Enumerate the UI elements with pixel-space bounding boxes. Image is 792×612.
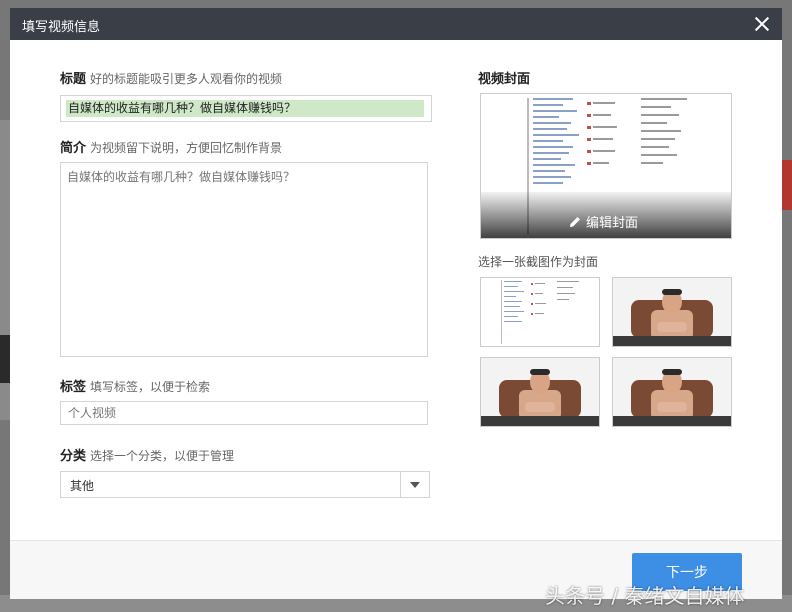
category-label: 分类 (60, 449, 87, 464)
close-icon[interactable] (752, 14, 772, 34)
pencil-icon (570, 217, 580, 227)
person-thumbnail (613, 278, 731, 346)
title-hint: 好的标题能吸引更多人观看你的视频 (90, 72, 283, 86)
title-label-row: 标题 好的标题能吸引更多人观看你的视频 (60, 68, 282, 87)
screenshot-thumbnail (481, 278, 599, 346)
pick-cover-title: 选择一张截图作为封面 (478, 255, 599, 269)
description-label-row: 简介 为视频留下说明，方便回忆制作背景 (60, 137, 282, 156)
title-label: 标题 (60, 72, 87, 87)
description-textarea[interactable] (60, 162, 428, 357)
cover-option[interactable] (480, 357, 600, 427)
tags-label-row: 标签 填写标签，以便于检索 (60, 376, 210, 395)
background-panel-dark (0, 335, 10, 383)
tags-label: 标签 (60, 380, 87, 395)
tags-hint: 填写标签，以便于检索 (90, 380, 211, 394)
dialog-title: 填写视频信息 (22, 20, 101, 35)
edit-cover-label: 编辑封面 (586, 216, 639, 231)
title-value: 自媒体的收益有哪几种？做自媒体赚钱吗？ (66, 100, 424, 117)
cover-option[interactable] (480, 277, 600, 347)
dialog-header: 填写视频信息 (10, 8, 782, 40)
cover-title: 视频封面 (478, 72, 531, 87)
person-thumbnail (613, 358, 731, 426)
cover-option[interactable] (612, 277, 732, 347)
background-banner (782, 160, 792, 210)
description-label: 简介 (60, 141, 87, 156)
watermark: 头条号 / 秦绪文自媒体 (545, 584, 745, 608)
person-thumbnail (481, 358, 599, 426)
cover-option[interactable] (612, 357, 732, 427)
category-select[interactable]: 其他 (60, 471, 430, 498)
category-selected-value: 其他 (70, 479, 95, 493)
cover-overlay: 编辑封面 (481, 192, 731, 238)
description-hint: 为视频留下说明，方便回忆制作背景 (90, 141, 283, 155)
video-info-dialog: 填写视频信息 标题 好的标题能吸引更多人观看你的视频 自媒体的收益有哪几种？做自媒… (10, 8, 782, 599)
chevron-down-icon[interactable] (400, 472, 429, 497)
tags-input[interactable] (60, 401, 428, 425)
category-hint: 选择一个分类，以便于管理 (90, 449, 235, 463)
title-input[interactable]: 自媒体的收益有哪几种？做自媒体赚钱吗？ (60, 95, 432, 122)
dialog-body: 标题 好的标题能吸引更多人观看你的视频 自媒体的收益有哪几种？做自媒体赚钱吗？ 简… (10, 40, 782, 540)
edit-cover-button[interactable]: 编辑封面 (568, 212, 638, 231)
category-label-row: 分类 选择一个分类，以便于管理 (60, 445, 234, 464)
cover-preview[interactable]: 编辑封面 (480, 93, 732, 239)
